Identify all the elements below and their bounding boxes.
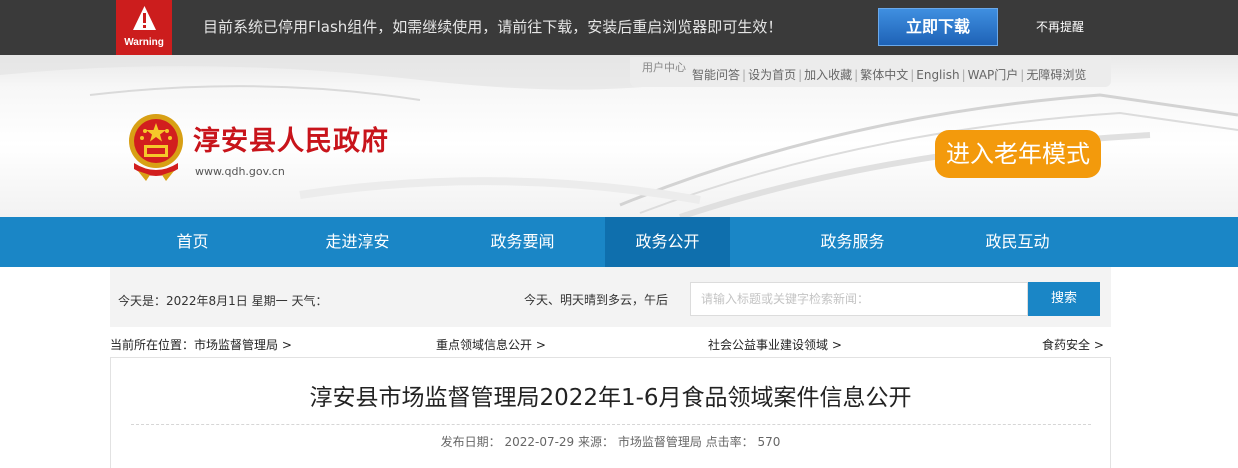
top-utility-links: 用户中心 智能问答 | 设为首页 | 加入收藏 | 繁体中文 | English | WAP门户 | 无…	[630, 57, 1111, 87]
search-button[interactable]: 搜索	[1028, 282, 1100, 316]
title-divider	[131, 424, 1091, 425]
user-center-link[interactable]: 用户中心	[642, 59, 686, 75]
breadcrumb-key-areas-disclosure[interactable]: 重点领域信息公开 >	[436, 336, 546, 353]
add-favorite-link[interactable]: 加入收藏	[804, 68, 852, 82]
english-link[interactable]: English	[916, 68, 959, 82]
elder-mode-button[interactable]: 进入老年模式	[935, 130, 1101, 178]
nav-about-chunan[interactable]: 走进淳安	[295, 217, 420, 267]
nav-government-news[interactable]: 政务要闻	[460, 217, 585, 267]
main-nav: 首页 走进淳安 政务要闻 政务公开 政务服务 政民互动	[0, 217, 1238, 267]
national-emblem-logo	[129, 114, 183, 181]
wap-portal-link[interactable]: WAP门户	[968, 68, 1019, 82]
date-weather-label: 今天是：2022年8月1日 星期一 天气：	[118, 294, 328, 308]
breadcrumb: 当前所在位置： 市场监督管理局 > 重点领域信息公开 > 社会公益事业建设领域 …	[110, 327, 1111, 357]
dismiss-reminder-link[interactable]: 不再提醒	[1036, 18, 1084, 35]
set-homepage-link[interactable]: 设为首页	[748, 68, 796, 82]
site-url: www.qdh.gov.cn	[195, 165, 285, 178]
flash-message: 目前系统已停用Flash组件，如需继续使用，请前往下载，安装后重启浏览器即可生效…	[203, 18, 783, 36]
nav-home[interactable]: 首页	[130, 217, 255, 267]
site-name: 淳安县人民政府	[193, 126, 389, 157]
nav-public-interaction[interactable]: 政民互动	[955, 217, 1080, 267]
flash-warning-banner: Warning 目前系统已停用Flash组件，如需继续使用，请前往下载，安装后重…	[0, 0, 1238, 55]
accessibility-link[interactable]: 无障碍浏览	[1026, 68, 1086, 82]
nav-government-services[interactable]: 政务服务	[790, 217, 915, 267]
info-search-bar: 今天是：2022年8月1日 星期一 天气： 今天、明天晴到多云，午后 搜索	[110, 267, 1111, 327]
warning-badge: Warning	[116, 0, 172, 55]
breadcrumb-label: 当前所在位置：	[110, 338, 195, 352]
breadcrumb-food-drug-safety[interactable]: 食药安全 >	[1042, 336, 1104, 353]
traditional-chinese-link[interactable]: 繁体中文	[860, 68, 908, 82]
article-meta: 发布日期： 2022-07-29 来源： 市场监督管理局 点击率： 570	[440, 435, 781, 449]
warning-label: Warning	[124, 37, 164, 48]
article-panel: 淳安县市场监督管理局2022年1-6月食品领域案件信息公开 发布日期： 2022…	[110, 357, 1111, 468]
search-input[interactable]	[690, 282, 1028, 316]
warning-icon	[133, 6, 156, 30]
article-title: 淳安县市场监督管理局2022年1-6月食品领域案件信息公开	[309, 385, 912, 411]
site-header: 用户中心 智能问答 | 设为首页 | 加入收藏 | 繁体中文 | English | WAP门户 | 无…	[0, 55, 1238, 217]
breadcrumb-market-supervision[interactable]: 市场监督管理局 >	[194, 336, 292, 353]
breadcrumb-public-welfare[interactable]: 社会公益事业建设领域 >	[708, 336, 842, 353]
weather-forecast: 今天、明天晴到多云，午后	[524, 293, 669, 307]
nav-government-affairs-open[interactable]: 政务公开	[605, 217, 730, 267]
smart-qa-link[interactable]: 智能问答	[692, 68, 740, 82]
download-button[interactable]: 立即下载	[878, 8, 998, 46]
